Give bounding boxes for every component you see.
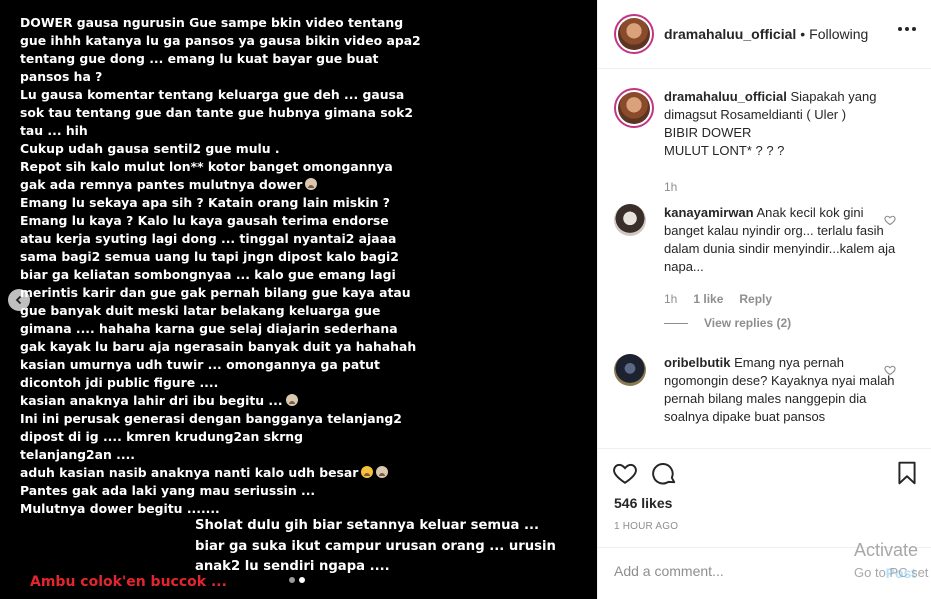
divider xyxy=(664,322,688,324)
carousel-dot-active xyxy=(299,577,305,583)
comments-list[interactable]: dramahaluu_official Siapakah yang dimags… xyxy=(598,70,931,448)
carousel-dot xyxy=(289,577,295,583)
caption-text: BIBIR DOWER xyxy=(664,125,752,140)
story-line: Ini ini perusak generasi dengan banggany… xyxy=(20,411,402,426)
story-line: gue ihhh katanya lu ga pansos ya gausa b… xyxy=(20,33,421,48)
story-line: kasian anaknya lahir dri ibu begitu ... xyxy=(20,393,283,408)
comment-likes[interactable]: 1 like xyxy=(693,292,723,306)
post-timestamp[interactable]: 1 HOUR AGO xyxy=(614,521,678,532)
story-line: Emang lu kaya ? Kalo lu kaya gausah teri… xyxy=(20,213,389,228)
story-line: DOWER gausa ngurusin Gue sampe bkin vide… xyxy=(20,15,404,30)
story-text-block: DOWER gausa ngurusin Gue sampe bkin vide… xyxy=(20,14,421,518)
more-options-icon[interactable] xyxy=(898,27,916,31)
comment-time[interactable]: 1h xyxy=(664,292,677,306)
story-line: gak ada remnya pantes mulutnya dower xyxy=(20,177,303,192)
woman-emoji-icon xyxy=(305,178,318,190)
following-button[interactable]: Following xyxy=(809,26,868,42)
post-header: dramahaluu_official • Following xyxy=(598,0,931,69)
story-line: Pantes gak ada laki yang mau seriussin .… xyxy=(20,483,316,498)
caption-body: dramahaluu_official Siapakah yang dimags… xyxy=(664,88,899,160)
story-line: gimana .... hahaha karna gue selaj diaja… xyxy=(20,321,398,336)
post-actions: 546 likes 1 HOUR AGO xyxy=(598,448,931,548)
bookmark-icon[interactable] xyxy=(894,460,920,486)
story-text-block-2: Sholat dulu gih biar setannya keluar sem… xyxy=(195,516,585,578)
caption-meta: 1h xyxy=(664,180,677,194)
avatar[interactable] xyxy=(614,204,646,236)
story-line: tau ... hih xyxy=(20,123,88,138)
story-line: Cukup udah gausa sentil2 gue mulu . xyxy=(20,141,280,156)
story-line: Emang lu sekaya apa sih ? Katain orang l… xyxy=(20,195,390,210)
hushed-face-emoji-icon xyxy=(361,466,374,478)
comment-username[interactable]: oribelbutik xyxy=(664,355,730,370)
story-line-with-emoji: kasian anaknya lahir dri ibu begitu ... xyxy=(20,392,420,410)
like-comment-icon[interactable] xyxy=(884,214,896,226)
story-line: biar ga keliatan sombongnyaa ... kalo gu… xyxy=(20,267,396,282)
caption-text: dimagsut Rosameldianti ( Uler ) xyxy=(664,107,847,122)
likes-count[interactable]: 546 likes xyxy=(614,495,672,511)
story-line: sok tau tentang gue dan tante gue hubnya… xyxy=(20,105,413,120)
windows-activation-watermark: Activate xyxy=(854,540,919,560)
comment-icon[interactable] xyxy=(652,460,678,486)
story-line: Sholat dulu gih biar setannya keluar sem… xyxy=(195,518,540,533)
profile-picture xyxy=(618,18,650,50)
post-media[interactable]: DOWER gausa ngurusin Gue sampe bkin vide… xyxy=(0,0,597,599)
avatar[interactable] xyxy=(614,354,646,386)
story-line: pansos ha ? xyxy=(20,69,103,84)
red-caption-text: Ambu colok'en buccok ... xyxy=(30,574,227,590)
avatar[interactable] xyxy=(614,14,654,54)
caption-username[interactable]: dramahaluu_official xyxy=(664,89,787,104)
story-line: dipost di ig .... kmren krudung2an skrng xyxy=(20,429,304,444)
caption-text: MULUT LONT* ? ? ? xyxy=(664,143,785,158)
like-comment-icon[interactable] xyxy=(884,364,896,376)
previous-slide-button[interactable] xyxy=(8,289,30,311)
story-line: dicontoh jdi public figure .... xyxy=(20,375,219,390)
story-line: sama bagi2 semua uang lu tapi jngn dipos… xyxy=(20,249,399,264)
profile-picture xyxy=(618,92,650,124)
story-line: telanjang2an .... xyxy=(20,447,136,462)
story-line: merintis karir dan gue gak pernah bilang… xyxy=(20,285,411,300)
story-line: Lu gausa komentar tentang keluarga gue d… xyxy=(20,87,405,102)
carousel-indicator xyxy=(289,577,305,583)
comment-body: kanayamirwan Anak kecil kok gini banget … xyxy=(664,204,899,276)
caption-time[interactable]: 1h xyxy=(664,180,677,194)
story-line: tentang gue dong ... emang lu kuat bayar… xyxy=(20,51,379,66)
story-line: Repot sih kalo mulut lon** kotor banget … xyxy=(20,159,393,174)
caption-text: Siapakah yang xyxy=(790,89,877,104)
woman-emoji-icon xyxy=(285,394,298,406)
story-line: gak kayak lu baru aja ngerasain banyak d… xyxy=(20,339,417,354)
story-line-with-emoji: gak ada remnya pantes mulutnya dower xyxy=(20,176,420,194)
story-line-with-emoji: aduh kasian nasib anaknya nanti kalo udh… xyxy=(20,464,420,482)
instagram-post-view: DOWER gausa ngurusin Gue sampe bkin vide… xyxy=(0,0,931,599)
comment-body: oribelbutik Emang nya pernah ngomongin d… xyxy=(664,354,899,426)
post-sidebar: dramahaluu_official • Following dramahal… xyxy=(597,0,931,599)
view-replies-label: View replies (2) xyxy=(704,316,792,330)
separator-dot: • xyxy=(800,26,806,42)
comment-username[interactable]: kanayamirwan xyxy=(664,205,754,220)
story-line: anak2 lu sendiri ngapa .... xyxy=(195,559,390,574)
story-line: aduh kasian nasib anaknya nanti kalo udh… xyxy=(20,465,359,480)
comment-input[interactable] xyxy=(614,563,844,579)
comment-meta: 1h 1 like Reply xyxy=(664,292,772,306)
story-line: atau kerja syuting lagi dong ... tinggal… xyxy=(20,231,397,246)
story-line: kasian umurnya udh tuwir ... omongannya … xyxy=(20,357,380,372)
chevron-left-icon xyxy=(15,295,22,305)
story-line: biar ga suka ikut campur urusan orang ..… xyxy=(195,538,556,554)
windows-activation-watermark-sub: Go to PC set xyxy=(854,565,929,580)
view-replies-button[interactable]: View replies (2) xyxy=(664,316,791,330)
story-line: gue banyak duit meski latar belakang kel… xyxy=(20,303,381,318)
woman-emoji-icon xyxy=(376,466,389,478)
header-username[interactable]: dramahaluu_official xyxy=(664,26,796,42)
heart-icon[interactable] xyxy=(612,460,638,486)
avatar[interactable] xyxy=(614,88,654,128)
reply-button[interactable]: Reply xyxy=(739,292,772,306)
